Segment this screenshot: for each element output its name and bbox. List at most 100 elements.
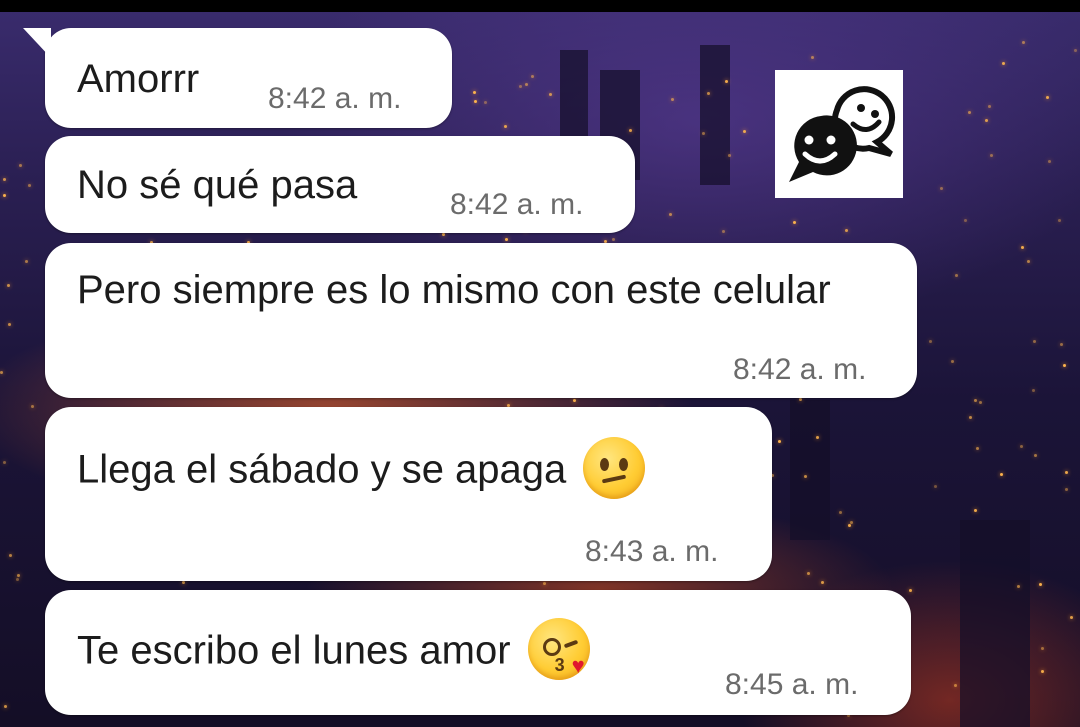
- message-timestamp: 8:42 a. m.: [268, 82, 402, 115]
- city-light: [974, 509, 977, 512]
- city-light: [182, 581, 185, 584]
- city-light: [525, 83, 528, 86]
- city-light: [669, 213, 672, 216]
- message-timestamp: 8:45 a. m.: [725, 668, 859, 701]
- status-bar-edge: [0, 0, 1080, 12]
- city-light: [442, 233, 445, 236]
- city-light: [519, 85, 522, 88]
- city-light: [543, 582, 546, 585]
- message-text: Llega el sábado y se apaga: [77, 447, 567, 492]
- message-bubble[interactable]: Amorrr 8:42 a. m.: [23, 28, 452, 128]
- city-light: [909, 589, 912, 592]
- message-bubble[interactable]: Llega el sábado y se apaga 8:43 a. m.: [45, 407, 772, 581]
- city-light: [1065, 471, 1068, 474]
- city-light: [811, 56, 814, 59]
- message-bubble[interactable]: No sé qué pasa 8:42 a. m.: [45, 136, 635, 233]
- city-light: [473, 91, 476, 94]
- city-light: [951, 360, 954, 363]
- city-light: [707, 92, 710, 95]
- city-light: [1002, 62, 1005, 65]
- message-text: No sé qué pasa: [77, 163, 358, 207]
- city-light: [1039, 583, 1042, 586]
- face-blowing-kiss-emoji: 3 ♥: [527, 618, 590, 680]
- city-light: [845, 229, 848, 232]
- city-light: [807, 572, 810, 575]
- city-light: [816, 436, 819, 439]
- city-light: [804, 475, 807, 478]
- city-light: [778, 440, 781, 443]
- city-light: [725, 80, 728, 83]
- city-light: [1000, 473, 1003, 476]
- city-light: [1060, 343, 1063, 346]
- city-light: [16, 578, 19, 581]
- city-light: [1046, 96, 1049, 99]
- city-light: [969, 416, 972, 419]
- city-light: [671, 98, 674, 101]
- city-light: [7, 284, 10, 287]
- city-light: [979, 401, 982, 404]
- city-light: [1041, 670, 1044, 673]
- city-light: [1058, 219, 1061, 222]
- city-light: [964, 219, 967, 222]
- city-light: [8, 323, 11, 326]
- city-light: [990, 154, 993, 157]
- city-light: [954, 684, 957, 687]
- city-light: [28, 184, 31, 187]
- city-light: [702, 132, 705, 135]
- city-light: [940, 187, 943, 190]
- message-text-row: Te escribo el lunes amor 3 ♥: [77, 618, 590, 684]
- city-light: [1074, 49, 1077, 52]
- city-light: [728, 154, 731, 157]
- city-light: [848, 524, 851, 527]
- city-light: [821, 581, 824, 584]
- city-light: [976, 447, 979, 450]
- message-timestamp: 8:42 a. m.: [733, 353, 867, 386]
- city-light: [1032, 389, 1035, 392]
- city-light: [629, 129, 632, 132]
- city-light: [793, 221, 796, 224]
- city-light: [1021, 246, 1024, 249]
- city-light: [743, 130, 746, 133]
- city-light: [31, 405, 34, 408]
- message-text: Te escribo el lunes amor: [77, 628, 511, 673]
- city-light: [504, 125, 507, 128]
- city-light: [1020, 445, 1023, 448]
- city-light: [3, 461, 6, 464]
- city-light: [799, 398, 802, 401]
- message-text-row: Llega el sábado y se apaga: [77, 437, 646, 503]
- city-light: [985, 119, 988, 122]
- bubble-tail: [23, 28, 51, 58]
- city-light: [722, 230, 725, 233]
- chat-faces-logo-icon: [775, 70, 903, 198]
- city-light: [1063, 364, 1066, 367]
- city-light: [573, 399, 576, 402]
- city-light: [1017, 585, 1020, 588]
- city-light: [1033, 340, 1036, 343]
- message-text: Pero siempre es lo mismo con este celula…: [77, 268, 831, 312]
- city-light: [955, 274, 958, 277]
- confused-face-emoji: [583, 437, 646, 499]
- city-light: [19, 164, 22, 167]
- city-light: [929, 340, 932, 343]
- city-light: [988, 105, 991, 108]
- city-light: [1070, 616, 1073, 619]
- city-light: [612, 238, 615, 241]
- city-light: [1034, 454, 1037, 457]
- city-light: [0, 371, 3, 374]
- city-light: [474, 100, 477, 103]
- city-light: [549, 93, 552, 96]
- message-bubble[interactable]: Te escribo el lunes amor 3 ♥ 8:45 a. m.: [45, 590, 911, 715]
- city-light: [968, 111, 971, 114]
- city-light: [531, 75, 534, 78]
- city-light: [3, 194, 6, 197]
- message-text: Amorrr: [77, 57, 200, 101]
- city-light: [484, 101, 487, 104]
- city-light: [934, 485, 937, 488]
- message-bubble[interactable]: Pero siempre es lo mismo con este celula…: [45, 243, 917, 398]
- city-light: [1022, 41, 1025, 44]
- city-light: [1041, 647, 1044, 650]
- city-light: [1027, 260, 1030, 263]
- city-light: [17, 574, 20, 577]
- city-light: [1065, 488, 1068, 491]
- city-light: [3, 178, 6, 181]
